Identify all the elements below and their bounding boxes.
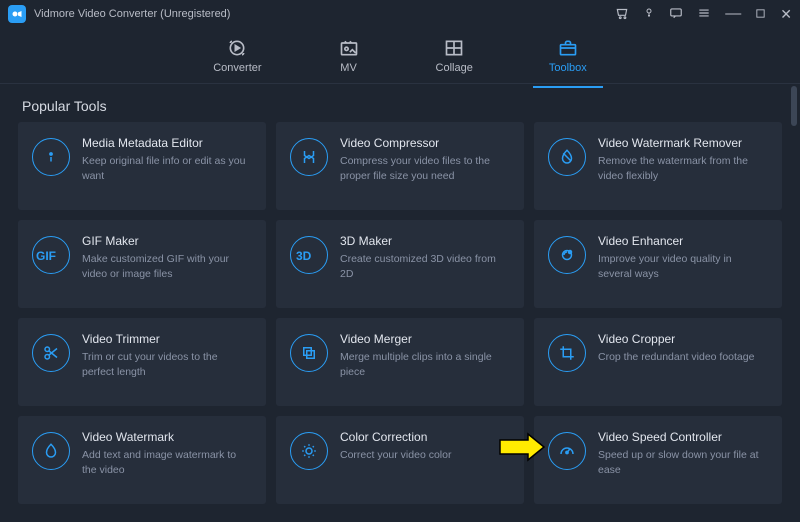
collage-icon bbox=[443, 38, 465, 58]
main-tabs: Converter MV Collage Toolbox bbox=[0, 28, 800, 84]
scrollbar[interactable] bbox=[790, 86, 798, 504]
converter-icon bbox=[226, 38, 248, 58]
tool-title: Media Metadata Editor bbox=[82, 136, 252, 150]
tool-card-gif[interactable]: GIF GIF Maker Make customized GIF with you… bbox=[18, 220, 266, 308]
tool-card-trimmer[interactable]: Video Trimmer Trim or cut your videos to … bbox=[18, 318, 266, 406]
tab-collage[interactable]: Collage bbox=[426, 34, 483, 78]
enhancer-icon bbox=[548, 236, 586, 274]
tool-desc: Correct your video color bbox=[340, 448, 510, 463]
tool-desc: Improve your video quality in several wa… bbox=[598, 252, 768, 281]
tool-desc: Crop the redundant video footage bbox=[598, 350, 768, 365]
compressor-icon bbox=[290, 138, 328, 176]
tab-label: Collage bbox=[436, 62, 473, 74]
tool-card-compressor[interactable]: Video Compressor Compress your video file… bbox=[276, 122, 524, 210]
window-title: Vidmore Video Converter (Unregistered) bbox=[34, 8, 230, 20]
tool-title: Video Compressor bbox=[340, 136, 510, 150]
tool-card-3d[interactable]: 3D 3D Maker Create customized 3D video fro… bbox=[276, 220, 524, 308]
tool-card-watermark[interactable]: Video Watermark Add text and image waterm… bbox=[18, 416, 266, 504]
tool-desc: Speed up or slow down your file at ease bbox=[598, 448, 768, 477]
tool-card-speed[interactable]: Video Speed Controller Speed up or slow d… bbox=[534, 416, 782, 504]
tool-title: Video Watermark Remover bbox=[598, 136, 768, 150]
color-icon bbox=[290, 432, 328, 470]
menu-icon[interactable] bbox=[697, 6, 711, 23]
merger-icon bbox=[290, 334, 328, 372]
tool-desc: Create customized 3D video from 2D bbox=[340, 252, 510, 281]
trimmer-icon bbox=[32, 334, 70, 372]
metadata-icon bbox=[32, 138, 70, 176]
tool-title: GIF Maker bbox=[82, 234, 252, 248]
tools-grid: Media Metadata Editor Keep original file … bbox=[18, 122, 782, 504]
tool-card-enhancer[interactable]: Video Enhancer Improve your video quality… bbox=[534, 220, 782, 308]
feedback-icon[interactable] bbox=[669, 6, 683, 23]
toolbox-icon bbox=[557, 38, 579, 58]
close-button[interactable]: ✕ bbox=[780, 6, 792, 23]
tool-desc: Merge multiple clips into a single piece bbox=[340, 350, 510, 379]
tool-title: Color Correction bbox=[340, 430, 510, 444]
3d-icon: 3D bbox=[290, 236, 328, 274]
tool-desc: Make customized GIF with your video or i… bbox=[82, 252, 252, 281]
tool-card-cropper[interactable]: Video Cropper Crop the redundant video fo… bbox=[534, 318, 782, 406]
tool-desc: Compress your video files to the proper … bbox=[340, 154, 510, 183]
speed-icon bbox=[548, 432, 586, 470]
tool-card-metadata[interactable]: Media Metadata Editor Keep original file … bbox=[18, 122, 266, 210]
tool-title: 3D Maker bbox=[340, 234, 510, 248]
tool-desc: Keep original file info or edit as you w… bbox=[82, 154, 252, 183]
tool-desc: Add text and image watermark to the vide… bbox=[82, 448, 252, 477]
tools-grid-wrap: Media Metadata Editor Keep original file … bbox=[0, 122, 800, 522]
tab-toolbox[interactable]: Toolbox bbox=[539, 34, 597, 78]
tool-title: Video Speed Controller bbox=[598, 430, 768, 444]
tool-title: Video Watermark bbox=[82, 430, 252, 444]
tab-mv[interactable]: MV bbox=[328, 34, 370, 78]
tool-title: Video Trimmer bbox=[82, 332, 252, 346]
tab-label: Toolbox bbox=[549, 62, 587, 74]
maximize-button[interactable] bbox=[755, 7, 766, 22]
window-controls: — ✕ bbox=[615, 6, 792, 23]
app-logo bbox=[8, 5, 26, 23]
tab-label: MV bbox=[340, 62, 357, 74]
tool-card-merger[interactable]: Video Merger Merge multiple clips into a … bbox=[276, 318, 524, 406]
tool-title: Video Cropper bbox=[598, 332, 768, 346]
minimize-button[interactable]: — bbox=[725, 10, 741, 18]
svg-text:GIF: GIF bbox=[36, 249, 56, 263]
cart-icon[interactable] bbox=[615, 6, 629, 23]
tab-label: Converter bbox=[213, 62, 261, 74]
scrollbar-thumb[interactable] bbox=[791, 86, 797, 126]
tool-desc: Remove the watermark from the video flex… bbox=[598, 154, 768, 183]
mv-icon bbox=[338, 38, 360, 58]
watermark-remover-icon bbox=[548, 138, 586, 176]
section-title: Popular Tools bbox=[0, 84, 800, 122]
tool-card-color[interactable]: Color Correction Correct your video color bbox=[276, 416, 524, 504]
cropper-icon bbox=[548, 334, 586, 372]
gif-icon: GIF bbox=[32, 236, 70, 274]
titlebar: Vidmore Video Converter (Unregistered) —… bbox=[0, 0, 800, 28]
watermark-icon bbox=[32, 432, 70, 470]
tool-card-watermark-remover[interactable]: Video Watermark Remover Remove the waterm… bbox=[534, 122, 782, 210]
svg-text:3D: 3D bbox=[296, 249, 312, 263]
tab-converter[interactable]: Converter bbox=[203, 34, 271, 78]
tool-desc: Trim or cut your videos to the perfect l… bbox=[82, 350, 252, 379]
tool-title: Video Merger bbox=[340, 332, 510, 346]
key-icon[interactable] bbox=[643, 6, 655, 23]
tool-title: Video Enhancer bbox=[598, 234, 768, 248]
